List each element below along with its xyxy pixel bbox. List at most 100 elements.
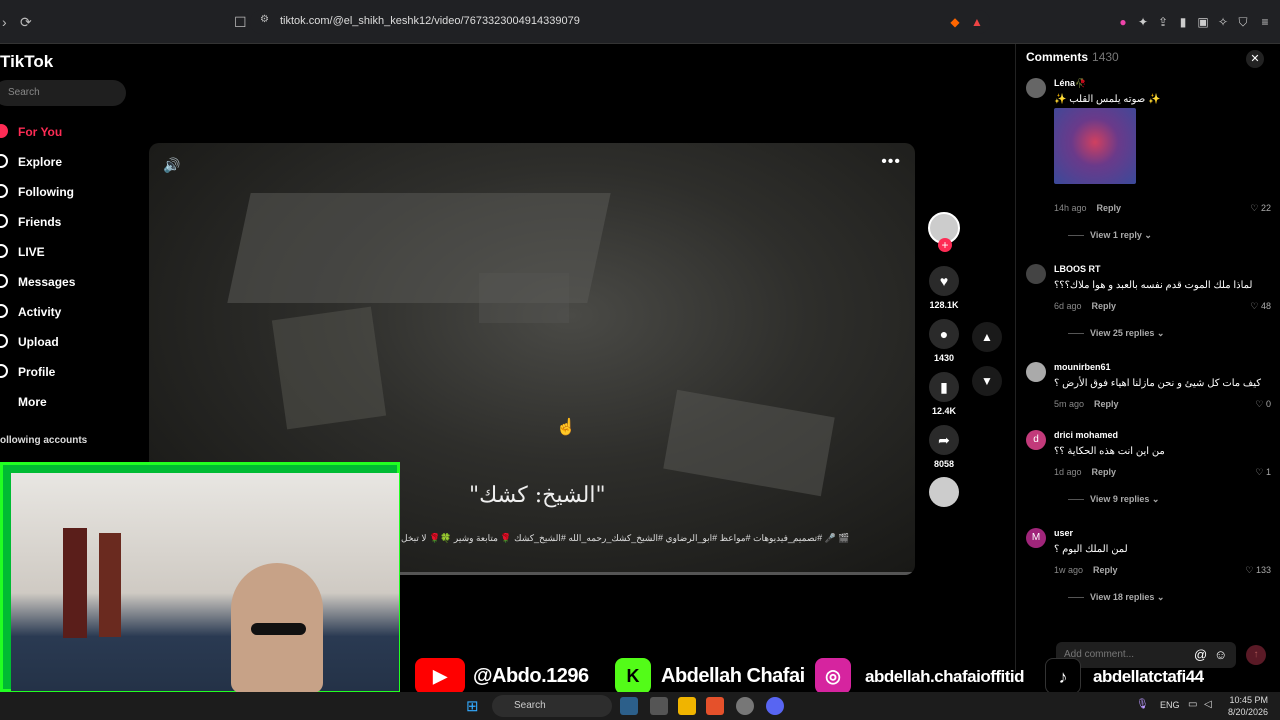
avatar[interactable] [1026,362,1046,382]
mouse-cursor-icon: ☝ [556,419,576,436]
share-action[interactable]: ➦ 8058 [928,425,960,469]
share-count: 8058 [933,459,955,469]
comment-username[interactable]: user [1054,528,1073,538]
file-explorer-icon[interactable] [678,697,696,715]
comment-action[interactable]: ● 1430 [928,319,960,363]
search-input[interactable]: Search [0,80,126,106]
sidebar-item-profile[interactable]: Profile [0,362,140,382]
follow-plus-icon[interactable]: + [938,238,952,252]
comment-like[interactable]: ♡ 133 [1245,565,1271,576]
live-icon [0,244,8,258]
wallet-icon[interactable]: ▣ [1196,15,1210,29]
reply-button[interactable]: Reply [1092,301,1117,311]
sidebar-item-live[interactable]: LIVE [0,242,140,262]
comment-like[interactable]: ♡ 48 [1250,301,1271,312]
view-replies-button[interactable]: View 1 reply ⌄ [1068,230,1152,241]
windows-start-icon[interactable]: ⊞ [466,697,479,715]
taskbar-clock[interactable]: 10:45 PM 8/20/2026 [1226,694,1268,718]
bookmark-icon[interactable]: ☐ [234,14,247,31]
comment-text: لماذا ملك الموت قدم نفسه بالعبد و هوا مل… [1054,280,1253,291]
discord-icon[interactable] [766,697,784,715]
avatar[interactable] [1026,264,1046,284]
previous-video-button[interactable]: ▲ [972,322,1002,352]
video-scene-stone [479,273,569,323]
video-caption: "الشيخ: كشك" [469,483,606,508]
brave-browser-icon[interactable] [706,697,724,715]
sidebar-item-activity[interactable]: Activity [0,302,140,322]
view-replies-button[interactable]: View 18 replies ⌄ [1068,592,1164,603]
bookmark-icon[interactable]: ▮ [929,372,959,402]
comment-meta: 1w ago Reply [1054,565,1118,575]
chevron-down-icon: ▼ [981,374,993,388]
webcam-scene-door [63,528,87,638]
comment-item: M user لمن الملك اليوم ؟ 1w ago Reply ♡ 1… [1026,528,1271,608]
brave-rewards-icon[interactable]: ▲ [970,15,984,29]
sidebar-item-messages[interactable]: Messages [0,272,140,292]
sidebar-item-upload[interactable]: Upload [0,332,140,352]
reply-button[interactable]: Reply [1093,565,1118,575]
reload-icon[interactable]: ⟳ [20,14,32,31]
comment-image[interactable] [1054,108,1136,184]
music-disc[interactable] [928,477,960,507]
reply-button[interactable]: Reply [1097,203,1122,213]
share-icon[interactable]: ⇪ [1156,15,1170,29]
microphone-icon[interactable]: 🎙 [1136,699,1149,710]
like-action[interactable]: ♥ 128.1K [928,266,960,310]
view-replies-button[interactable]: View 25 replies ⌄ [1068,328,1164,339]
comment-item: LBOOS RT لماذا ملك الموت قدم نفسه بالعبد… [1026,264,1271,344]
task-view-icon[interactable] [650,697,668,715]
sidebar-icon[interactable]: ▮ [1176,15,1190,29]
leo-icon[interactable]: ✧ [1216,15,1230,29]
puzzle-icon[interactable]: ✦ [1136,15,1150,29]
brave-shield-icon[interactable]: ◆ [948,15,962,29]
sidebar-item-following[interactable]: Following [0,182,140,202]
sidebar-item-friends[interactable]: Friends [0,212,140,232]
taskbar-app-icon[interactable] [620,697,638,715]
kick-icon: K [615,658,651,694]
comment-username[interactable]: mounirben61 [1054,362,1111,372]
tiktok-logo[interactable]: TikTok [0,52,53,72]
comment-like[interactable]: ♡ 0 [1255,399,1271,410]
sidebar-item-for-you[interactable]: For You [0,122,140,142]
network-icon[interactable]: ▭ [1188,699,1197,710]
comment-username[interactable]: drici mohamed [1054,430,1118,440]
next-video-button[interactable]: ▼ [972,366,1002,396]
reply-button[interactable]: Reply [1094,399,1119,409]
comment-username[interactable]: LBOOS RT [1054,264,1101,274]
more-options-icon[interactable]: ••• [881,153,901,171]
send-comment-button[interactable]: ↑ [1246,645,1266,665]
view-replies-button[interactable]: View 9 replies ⌄ [1068,494,1159,505]
comment-like[interactable]: ♡ 22 [1250,203,1271,214]
comment-username[interactable]: Léna🥀 [1054,78,1086,89]
address-bar[interactable]: ⚙ tiktok.com/@el_shikh_keshk12/video/767… [250,10,990,34]
volume-icon[interactable]: ◁ [1204,699,1212,710]
comment-meta: 1d ago Reply [1054,467,1117,477]
social-banner: ▶ @Abdo.1296 K Abdellah Chafai ◎ abdella… [405,656,1225,696]
comment-icon[interactable]: ● [929,319,959,349]
messages-icon [0,274,8,288]
reply-button[interactable]: Reply [1092,467,1117,477]
avatar[interactable] [1026,78,1046,98]
sidebar-item-explore[interactable]: Explore [0,152,140,172]
taskbar-search[interactable]: Search [492,695,612,717]
menu-icon[interactable]: ≡ [1258,15,1272,29]
save-action[interactable]: ▮ 12.4K [928,372,960,416]
music-disc-icon[interactable] [929,477,959,507]
site-info-icon[interactable]: ⚙ [260,14,269,25]
comment-like[interactable]: ♡ 1 [1255,467,1271,478]
forward-icon[interactable]: › [2,14,7,30]
share-arrow-icon[interactable]: ➦ [929,425,959,455]
extension-icon[interactable]: ● [1116,15,1130,29]
close-icon[interactable]: ✕ [1246,50,1264,68]
sidebar-item-more[interactable]: More [0,392,140,412]
obs-icon[interactable] [736,697,754,715]
heart-icon[interactable]: ♥ [929,266,959,296]
avatar[interactable]: d [1026,430,1046,450]
comment-meta: 14h ago Reply [1054,203,1122,213]
vpn-icon[interactable]: ⛉ [1236,15,1250,29]
avatar[interactable]: M [1026,528,1046,548]
webcam-scene-door [99,533,121,637]
comment-item: mounirben61 كيف مات كل شيئ و نحن مازلنا … [1026,362,1271,422]
volume-icon[interactable]: 🔊 [163,157,180,174]
language-indicator[interactable]: ENG [1160,700,1180,710]
